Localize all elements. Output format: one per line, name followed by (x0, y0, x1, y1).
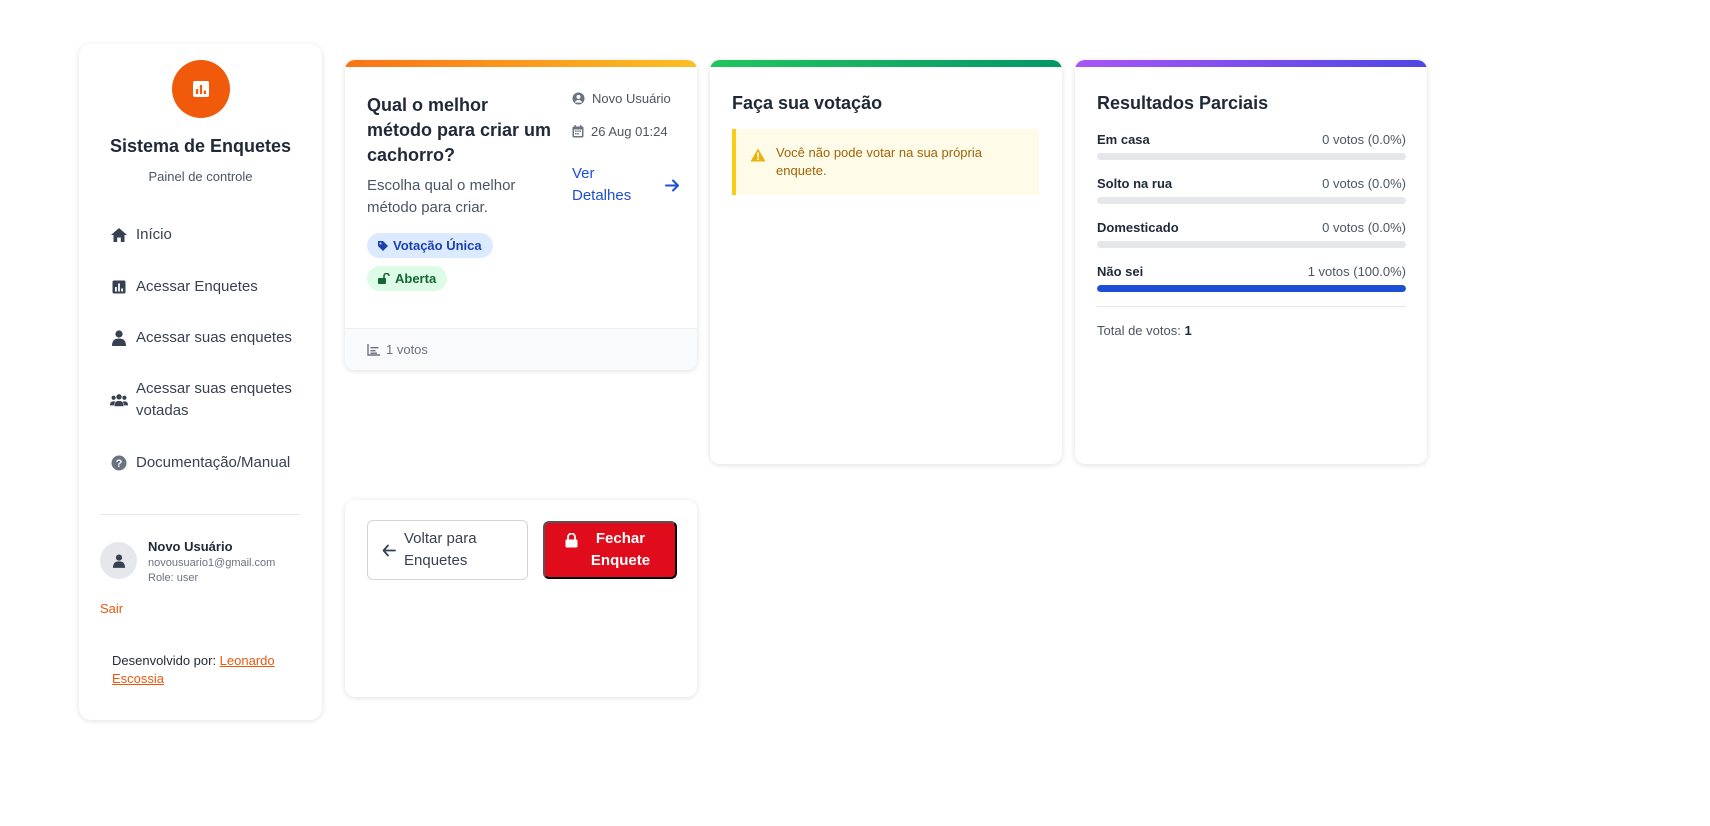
arrow-right-icon (665, 179, 679, 191)
app-title: Sistema de Enquetes (109, 136, 292, 156)
poll-card: Qual o melhor método para criar um cacho… (345, 60, 697, 370)
result-bar-track (1097, 197, 1406, 204)
nav-item-label: Acessar suas enquetes (136, 329, 292, 346)
lock-icon (565, 533, 577, 548)
result-bar-track (1097, 241, 1406, 248)
poll-type-badge: Votação Única (367, 233, 493, 258)
result-option-label: Domesticado (1097, 220, 1179, 235)
actions-card: Voltar para Enquetes Fechar Enquete (345, 500, 697, 697)
nav-item-label: Acessar Enquetes (136, 278, 258, 295)
poll-date: 26 Aug 01:24 (572, 124, 668, 139)
close-poll-button[interactable]: Fechar Enquete (543, 521, 677, 579)
tag-icon (378, 240, 388, 251)
own-poll-warning: Você não pode votar na sua própria enque… (732, 129, 1039, 195)
result-row: Não sei 1 votos (100.0%) (1097, 264, 1406, 292)
nav-item-label: Acessar suas enquetes votadas (136, 380, 292, 419)
back-button-label: Voltar para Enquetes (404, 530, 477, 569)
poll-status-label: Aberta (395, 271, 437, 286)
results-divider (1097, 306, 1406, 307)
total-votes-label: Total de votos: (1097, 323, 1181, 338)
vote-card-accent-bar (710, 60, 1062, 67)
warning-icon (750, 148, 766, 162)
poll-status-badge: Aberta (367, 266, 448, 291)
result-option-value: 0 votos (0.0%) (1322, 176, 1406, 191)
credits: Desenvolvido por: Leonardo Escossia (112, 652, 297, 688)
user-email: novousuario1@gmail.com (148, 557, 276, 569)
result-row: Domesticado 0 votos (0.0%) (1097, 220, 1406, 248)
poll-date-value: 26 Aug 01:24 (591, 124, 668, 139)
svg-text:?: ? (116, 458, 123, 470)
result-bar-track (1097, 153, 1406, 160)
result-option-label: Solto na rua (1097, 176, 1173, 191)
sidebar: Sistema de Enquetes Painel de controle I… (79, 44, 322, 720)
nav-item-label: Documentação/Manual (136, 454, 291, 471)
vote-heading: Faça sua votação (732, 93, 883, 113)
result-bar-track (1097, 285, 1406, 292)
results-card: Resultados Parciais Em casa 0 votos (0.0… (1075, 60, 1427, 464)
result-option-label: Não sei (1097, 264, 1144, 279)
nav-item-enquetes-votadas[interactable]: Acessar suas enquetes votadas (110, 378, 300, 422)
total-votes-value: 1 (1184, 323, 1192, 338)
poll-votes-count: 1 votos (386, 342, 428, 357)
results-card-accent-bar (1075, 60, 1427, 67)
poll-description: Escolha qual o melhor método para criar. (367, 177, 516, 216)
poll-footer: 1 votos (345, 328, 697, 370)
question-circle-icon: ? (110, 452, 128, 474)
nav-item-acessar-enquetes[interactable]: Acessar Enquetes (110, 276, 258, 298)
view-details-label: Ver Detalhes (572, 165, 632, 204)
user-icon (110, 327, 128, 349)
app-logo (172, 60, 230, 118)
poll-card-accent-bar (345, 60, 697, 67)
total-votes: Total de votos: 1 (1097, 323, 1192, 338)
nav-item-inicio[interactable]: Início (110, 224, 172, 246)
bar-chart-logo-icon (193, 81, 209, 97)
result-option-value: 1 votos (100.0%) (1307, 264, 1406, 279)
result-option-value: 0 votos (0.0%) (1322, 220, 1406, 235)
vote-card: Faça sua votação Você não pode votar na … (710, 60, 1062, 464)
credits-prefix: Desenvolvido por: (112, 653, 220, 668)
bar-chart-icon (110, 276, 128, 298)
nav-item-documentacao[interactable]: ? Documentação/Manual (110, 452, 290, 474)
users-icon (110, 378, 128, 422)
result-option-value: 0 votos (0.0%) (1322, 132, 1406, 147)
poll-author-name: Novo Usuário (592, 91, 671, 106)
result-bar-fill (1097, 285, 1406, 292)
user-avatar-icon (112, 553, 125, 568)
results-heading: Resultados Parciais (1097, 93, 1269, 113)
user-name: Novo Usuário (148, 539, 233, 554)
avatar (100, 542, 137, 579)
result-row: Em casa 0 votos (0.0%) (1097, 132, 1406, 160)
arrow-left-icon (382, 544, 396, 556)
poll-type-label: Votação Única (393, 238, 482, 253)
result-option-label: Em casa (1097, 132, 1150, 147)
nav-item-label: Início (136, 226, 172, 243)
logout-link[interactable]: Sair (100, 601, 123, 616)
warning-text: Você não pode votar na sua própria enque… (776, 145, 982, 178)
home-icon (110, 224, 128, 246)
poll-author: Novo Usuário (572, 91, 671, 106)
poll-title: Qual o melhor método para criar um cacho… (367, 95, 552, 165)
unlock-icon (378, 273, 390, 284)
calendar-icon (572, 125, 584, 138)
back-to-polls-button[interactable]: Voltar para Enquetes (367, 520, 528, 580)
nav-item-suas-enquetes[interactable]: Acessar suas enquetes (110, 327, 292, 349)
sidebar-divider (100, 514, 300, 515)
close-button-label: Fechar Enquete (590, 530, 651, 569)
view-details-link[interactable]: Ver Detalhes (572, 163, 680, 207)
chart-line-icon (367, 343, 380, 356)
user-circle-icon (572, 92, 585, 105)
result-row: Solto na rua 0 votos (0.0%) (1097, 176, 1406, 204)
app-subtitle: Painel de controle (148, 169, 253, 184)
user-role: Role: user (148, 572, 199, 584)
